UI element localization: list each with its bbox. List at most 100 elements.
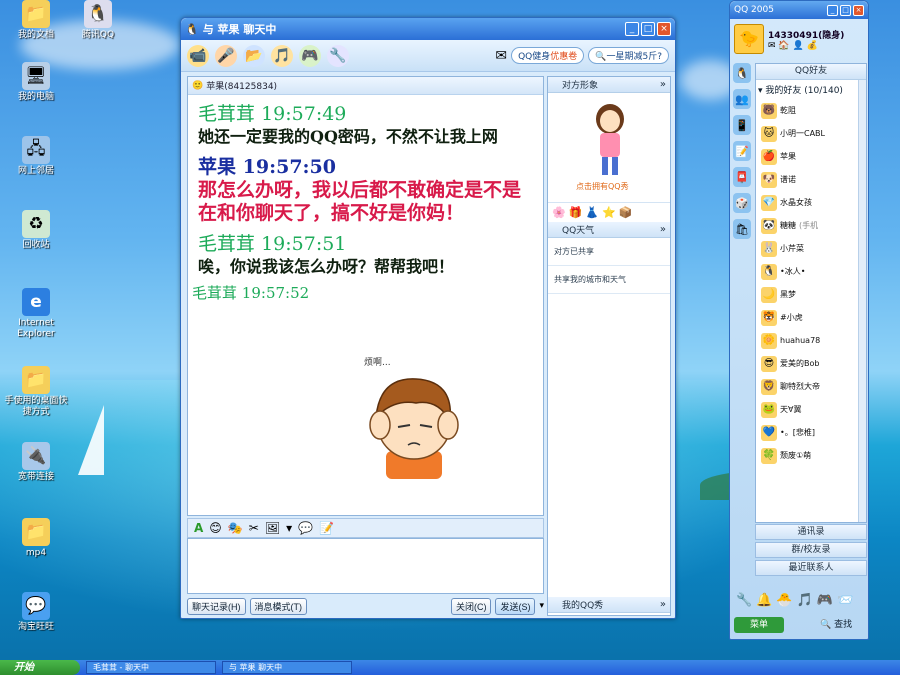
tools-icon[interactable]: 🔧 xyxy=(736,593,752,608)
user-number[interactable]: 14330491(隐身) xyxy=(768,28,844,41)
message-history[interactable]: 🙂 苹果(84125834) 毛茸茸 19:57:49 她还一定要我的QQ密码，… xyxy=(187,76,544,516)
desktop-icon-ie[interactable]: e Internet Explorer xyxy=(4,288,68,340)
friend-row[interactable]: 🐱 小明一CABL xyxy=(756,122,866,145)
mailbox-tab-icon[interactable]: 📮 xyxy=(733,167,751,187)
chat-titlebar[interactable]: 🐧 与 苹果 聊天中 _ □ × xyxy=(181,18,675,40)
desktop-icon-mp4[interactable]: 📁 mp4 xyxy=(4,518,68,559)
recent-contacts-section[interactable]: 最近联系人 xyxy=(755,560,867,576)
edit-icon[interactable]: 📝 xyxy=(319,521,334,535)
show-header[interactable]: 对方形象 xyxy=(548,77,670,93)
mail-icon[interactable]: 📨 xyxy=(837,593,853,608)
close-button[interactable]: 关闭(C) xyxy=(450,597,492,615)
friend-group-header[interactable]: ▾ 我的好友 (10/140) xyxy=(756,80,866,99)
desktop-icon-qq[interactable]: 🐧 腾讯QQ xyxy=(66,0,130,41)
magic-emoticon-icon[interactable]: 🎭 xyxy=(228,521,243,535)
desktop-icon-broadband[interactable]: 🔌 宽带连接 xyxy=(4,442,68,483)
history-button[interactable]: 聊天记录(H) xyxy=(187,597,246,615)
game-icon[interactable]: 🎮 xyxy=(299,44,321,67)
ad-search[interactable]: 🔍一星期减5斤? xyxy=(588,47,669,64)
flower-icon[interactable]: 🌸 xyxy=(552,206,566,219)
desktop-icon-my-documents[interactable]: 📁 我的文档 xyxy=(4,0,68,41)
my-show-header[interactable]: 我的QQ秀 xyxy=(548,597,670,613)
maximize-button[interactable]: □ xyxy=(641,22,655,36)
close-window-button[interactable]: × xyxy=(853,4,864,16)
minimize-button[interactable]: _ xyxy=(625,22,639,36)
friend-row[interactable]: 🐯 #小虎 xyxy=(756,306,866,329)
friend-row[interactable]: 💎 水晶女孩 xyxy=(756,191,866,214)
image-icon[interactable]: 🖼 xyxy=(265,521,280,535)
desktop-icon-network[interactable]: 🖧 网上邻居 xyxy=(4,136,68,177)
friend-row[interactable]: 🐧 •冰人• xyxy=(756,260,866,283)
minimize-button[interactable]: _ xyxy=(827,4,838,16)
friend-row[interactable]: 💙 •。[悲椎] xyxy=(756,421,866,444)
send-button[interactable]: 发送(S) xyxy=(495,597,536,615)
mail-icon[interactable]: ✉ xyxy=(768,41,776,51)
shop-tab-icon[interactable]: 🛍 xyxy=(733,219,751,239)
scrollbar[interactable] xyxy=(858,80,866,522)
contacts-section[interactable]: 通讯录 xyxy=(755,524,867,540)
music-icon[interactable]: 🎵 xyxy=(797,593,813,608)
user-icon[interactable]: 👤 xyxy=(793,41,804,51)
user-avatar[interactable]: 🐤 xyxy=(734,24,764,54)
find-button[interactable]: 🔍 查找 xyxy=(820,617,852,630)
taskbar-item[interactable]: 毛茸茸 - 聊天中 xyxy=(86,661,216,674)
game-icon[interactable]: 🎮 xyxy=(817,593,833,608)
friend-row[interactable]: 😎 爱美的Bob xyxy=(756,352,866,375)
dress-icon[interactable]: 👗 xyxy=(585,206,599,219)
group-tab-icon[interactable]: 👥 xyxy=(733,89,751,109)
ad-link[interactable]: QQ健身优惠卷 xyxy=(511,47,585,64)
font-icon[interactable]: A xyxy=(194,521,203,535)
pet-icon[interactable]: 🐣 xyxy=(776,593,792,608)
message-input[interactable] xyxy=(187,538,544,594)
friend-row[interactable]: 🐰 小芹菜 xyxy=(756,237,866,260)
maximize-button[interactable]: □ xyxy=(840,4,851,16)
message-mode-button[interactable]: 消息模式(T) xyxy=(249,597,307,615)
qq-menu-button[interactable]: 菜单 xyxy=(734,617,784,633)
taskbar-item[interactable]: 与 苹果 聊天中 xyxy=(222,661,352,674)
friend-row[interactable]: 🍀 颓废①萌 xyxy=(756,444,866,467)
weather-header[interactable]: QQ天气 xyxy=(548,222,670,238)
file-transfer-icon[interactable]: 📂 xyxy=(243,44,265,67)
share-weather-link[interactable]: 共享我的城市和天气 xyxy=(548,266,670,294)
game-tab-icon[interactable]: 🎲 xyxy=(733,193,751,213)
tab-qq-friends[interactable]: QQ好友 xyxy=(756,64,866,80)
mail-icon[interactable]: ✉ xyxy=(495,48,507,64)
friend-row[interactable]: 🐻 乾阻 xyxy=(756,99,866,122)
dropdown-icon[interactable]: ▾ xyxy=(286,521,292,535)
qq-show-avatar[interactable]: 点击拥有QQ秀 xyxy=(548,93,670,203)
box-icon[interactable]: 📦 xyxy=(619,206,633,219)
groups-section[interactable]: 群/校友录 xyxy=(755,542,867,558)
start-button[interactable]: 开始 xyxy=(0,660,80,675)
friend-row[interactable]: 🍎 苹果 xyxy=(756,145,866,168)
friends-list[interactable]: QQ好友 ▾ 我的好友 (10/140) 🐻 乾阻 🐱 小明一CABL 🍎 苹果 🐶 谱诺 💎 水… xyxy=(755,63,867,523)
desktop-icon-my-computer[interactable]: 🖥 我的电脑 xyxy=(4,62,68,103)
shake-icon[interactable]: 💬 xyxy=(298,521,313,535)
wallet-icon[interactable]: 💰 xyxy=(807,41,818,51)
music-icon[interactable]: 🎵 xyxy=(271,44,293,67)
friend-row[interactable]: 🌼 huahua78 xyxy=(756,329,866,352)
close-window-button[interactable]: × xyxy=(657,22,671,36)
space-icon[interactable]: 🏠 xyxy=(778,41,789,51)
bell-icon[interactable]: 🔔 xyxy=(756,593,772,608)
qq-titlebar[interactable]: QQ 2005 _ □ × xyxy=(730,1,868,19)
video-icon[interactable]: 📹 xyxy=(187,44,209,67)
phone-tab-icon[interactable]: 📱 xyxy=(733,115,751,135)
friend-row[interactable]: 🐶 谱诺 xyxy=(756,168,866,191)
emoticon-icon[interactable]: 😊 xyxy=(209,521,222,535)
friend-row[interactable]: 🌙 黑梦 xyxy=(756,283,866,306)
friend-row[interactable]: 🐸 天∀翼 xyxy=(756,398,866,421)
voice-icon[interactable]: 🎤 xyxy=(215,44,237,67)
desktop-icon-shortcuts[interactable]: 📁 手使用的桌面快捷方式 xyxy=(4,366,68,418)
desktop-icon-recycle-bin[interactable]: ♻ 回收站 xyxy=(4,210,68,251)
get-qq-show-link[interactable]: 点击拥有QQ秀 xyxy=(576,181,629,192)
desktop-icon-wangwang[interactable]: 💬 淘宝旺旺 xyxy=(4,592,68,633)
friend-row[interactable]: 🐼 糖糖 (手机 xyxy=(756,214,866,237)
star-icon[interactable]: ⭐ xyxy=(602,206,616,219)
notes-tab-icon[interactable]: 📝 xyxy=(733,141,751,161)
send-options-icon[interactable]: ▾ xyxy=(539,601,544,611)
screenshot-icon[interactable]: ✂ xyxy=(249,521,259,535)
gift-icon[interactable]: 🎁 xyxy=(569,206,583,219)
settings-icon[interactable]: 🔧 xyxy=(327,44,349,67)
friends-tab-icon[interactable]: 🐧 xyxy=(733,63,751,83)
friend-row[interactable]: 🦁 聊特烈大帝 xyxy=(756,375,866,398)
